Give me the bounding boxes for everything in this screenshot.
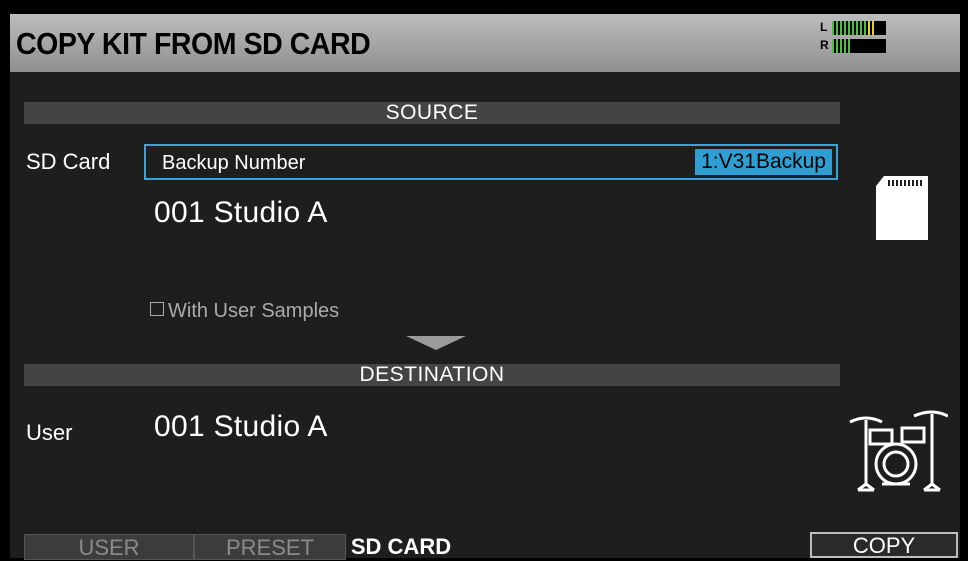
backup-number-field[interactable]: Backup Number 1:V31Backup bbox=[144, 144, 838, 180]
sd-card-icon bbox=[872, 172, 932, 249]
backup-number-value[interactable]: 1:V31Backup bbox=[695, 149, 832, 175]
meter-segment bbox=[836, 21, 838, 35]
meter-right-bar bbox=[832, 39, 886, 53]
main-content: SOURCE SD Card Backup Number 1:V31Backup… bbox=[10, 72, 960, 560]
tab-preset[interactable]: PRESET bbox=[194, 534, 346, 560]
tab-user[interactable]: USER bbox=[24, 534, 194, 560]
destination-row-label: User bbox=[26, 420, 73, 445]
source-header: SOURCE bbox=[24, 102, 840, 124]
drum-kit-icon bbox=[848, 408, 949, 499]
copy-button[interactable]: COPY bbox=[810, 532, 958, 558]
screen: COPY KIT FROM SD CARD L R SOURCE SD Card… bbox=[0, 0, 968, 560]
meter-segment bbox=[872, 21, 874, 35]
meter-segment bbox=[860, 21, 862, 35]
meter-segment bbox=[848, 39, 850, 53]
with-user-samples-label: With User Samples bbox=[168, 300, 340, 322]
meter-segment bbox=[840, 39, 842, 53]
meter-segment bbox=[844, 21, 846, 35]
destination-header: DESTINATION bbox=[24, 364, 840, 386]
meter-segment bbox=[844, 39, 846, 53]
source-row-label: SD Card bbox=[26, 149, 111, 174]
meter-segment bbox=[864, 21, 866, 35]
page-title: COPY KIT FROM SD CARD bbox=[16, 26, 371, 61]
destination-kit-name[interactable]: 001 Studio A bbox=[154, 410, 328, 444]
with-user-samples-checkbox[interactable] bbox=[150, 302, 164, 316]
meter-segment bbox=[832, 21, 834, 35]
meter-segment bbox=[840, 21, 842, 35]
meter-left-bar bbox=[832, 21, 886, 35]
meter-segment bbox=[848, 21, 850, 35]
meter-segment bbox=[852, 21, 854, 35]
backup-number-label: Backup Number bbox=[162, 152, 306, 174]
tab-sd-card[interactable]: SD CARD bbox=[346, 534, 456, 559]
meter-segment bbox=[868, 21, 870, 35]
meter-segment bbox=[836, 39, 838, 53]
copy-direction-arrow-icon bbox=[406, 336, 466, 350]
level-meter: L R bbox=[816, 18, 890, 58]
source-kit-name[interactable]: 001 Studio A bbox=[154, 196, 328, 230]
title-bar: COPY KIT FROM SD CARD L R bbox=[10, 14, 960, 72]
meter-left-label: L bbox=[820, 20, 828, 34]
meter-segment bbox=[856, 21, 858, 35]
meter-segment bbox=[832, 39, 834, 53]
meter-right-label: R bbox=[820, 38, 829, 52]
with-user-samples-option[interactable]: With User Samples bbox=[150, 300, 339, 323]
